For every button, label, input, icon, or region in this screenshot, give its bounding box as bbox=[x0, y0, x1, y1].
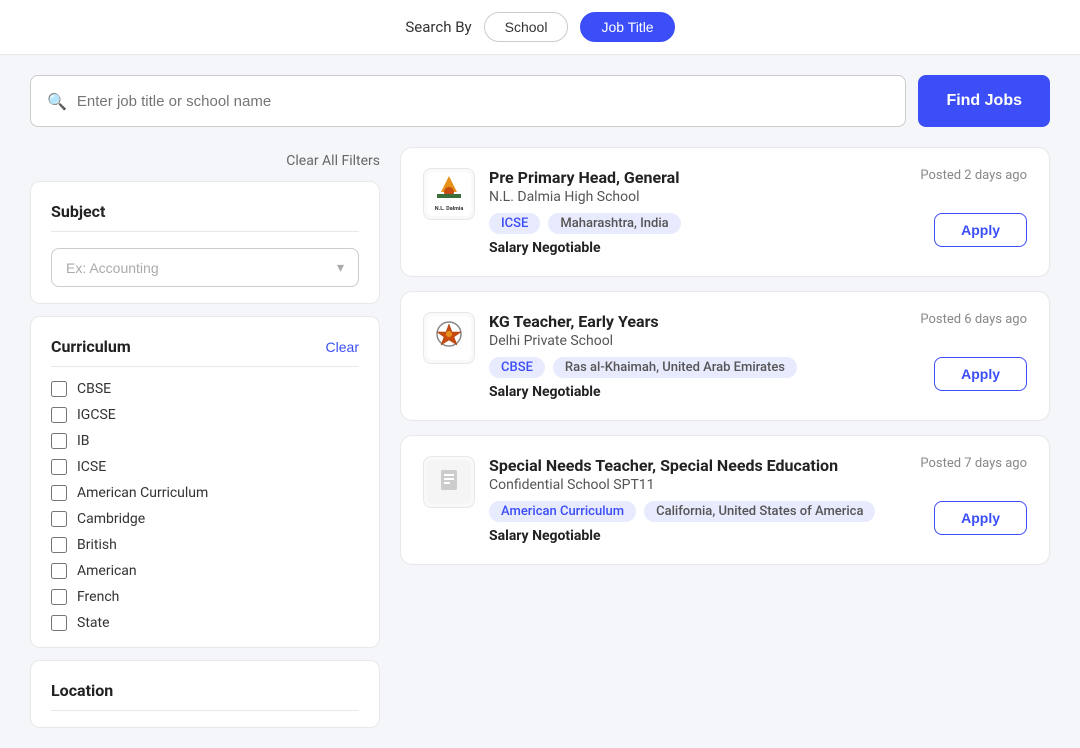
tab-job-title[interactable]: Job Title bbox=[580, 12, 674, 42]
svg-text:N.L. Dalmia: N.L. Dalmia bbox=[435, 206, 464, 212]
curriculum-option-british[interactable]: British bbox=[51, 537, 359, 553]
curriculum-checkbox-american[interactable] bbox=[51, 485, 67, 501]
job-card: N.L. Dalmia Pre Primary Head, General N.… bbox=[400, 147, 1050, 277]
curriculum-label-french: French bbox=[77, 589, 119, 605]
curriculum-checkbox-state[interactable] bbox=[51, 615, 67, 631]
job-card-top: KG Teacher, Early Years Delhi Private Sc… bbox=[423, 312, 1027, 400]
location-title: Location bbox=[51, 681, 359, 711]
sidebar: Clear All Filters Subject Ex: Accounting… bbox=[30, 147, 400, 728]
job-card: KG Teacher, Early Years Delhi Private Sc… bbox=[400, 291, 1050, 421]
curriculum-option-cambridge[interactable]: Cambridge bbox=[51, 511, 359, 527]
curriculum-label-cbse: CBSE bbox=[77, 381, 111, 397]
search-input[interactable] bbox=[77, 93, 890, 110]
job-card-right: Posted 7 days ago Apply bbox=[897, 456, 1027, 535]
apply-button[interactable]: Apply bbox=[934, 213, 1027, 247]
tab-school[interactable]: School bbox=[484, 12, 569, 42]
find-jobs-button[interactable]: Find Jobs bbox=[918, 75, 1050, 127]
curriculum-option-french[interactable]: French bbox=[51, 589, 359, 605]
salary: Salary Negotiable bbox=[489, 528, 885, 544]
search-bar-row: 🔍 Find Jobs bbox=[0, 55, 1080, 147]
curriculum-checkbox-cambridge[interactable] bbox=[51, 511, 67, 527]
curriculum-checkbox-american2[interactable] bbox=[51, 563, 67, 579]
job-tag: CBSE bbox=[489, 357, 545, 378]
tags-row: CBSE Ras al-Khaimah, United Arab Emirates bbox=[489, 357, 885, 378]
curriculum-checkbox-list: CBSE IGCSE IB ICSE American Curriculum Cambri… bbox=[51, 381, 359, 631]
job-tag: Maharashtra, India bbox=[548, 213, 680, 234]
search-by-label: Search By bbox=[405, 18, 471, 36]
curriculum-filter: Curriculum Clear CBSE IGCSE IB ICSE American… bbox=[30, 316, 380, 648]
job-info: KG Teacher, Early Years Delhi Private Sc… bbox=[489, 312, 885, 400]
subject-placeholder: Ex: Accounting bbox=[66, 260, 159, 276]
curriculum-label-state: State bbox=[77, 615, 110, 631]
school-name: N.L. Dalmia High School bbox=[489, 189, 885, 205]
job-title: KG Teacher, Early Years bbox=[489, 312, 885, 331]
curriculum-checkbox-cbse[interactable] bbox=[51, 381, 67, 397]
curriculum-label-ib: IB bbox=[77, 433, 90, 449]
apply-button[interactable]: Apply bbox=[934, 501, 1027, 535]
curriculum-label-british: British bbox=[77, 537, 117, 553]
curriculum-option-icse[interactable]: ICSE bbox=[51, 459, 359, 475]
curriculum-label-american: American Curriculum bbox=[77, 485, 208, 501]
subject-dropdown[interactable]: Ex: Accounting ▾ bbox=[51, 248, 359, 287]
curriculum-option-american[interactable]: American Curriculum bbox=[51, 485, 359, 501]
tags-row: American Curriculum California, United St… bbox=[489, 501, 885, 522]
curriculum-label-igcse: IGCSE bbox=[77, 407, 116, 423]
curriculum-option-american2[interactable]: American bbox=[51, 563, 359, 579]
job-title: Special Needs Teacher, Special Needs Edu… bbox=[489, 456, 885, 475]
posted-date: Posted 2 days ago bbox=[920, 168, 1027, 183]
job-info: Special Needs Teacher, Special Needs Edu… bbox=[489, 456, 885, 544]
school-logo: N.L. Dalmia bbox=[423, 168, 475, 220]
school-logo bbox=[423, 456, 475, 508]
curriculum-option-cbse[interactable]: CBSE bbox=[51, 381, 359, 397]
subject-title: Subject bbox=[51, 202, 359, 232]
curriculum-option-igcse[interactable]: IGCSE bbox=[51, 407, 359, 423]
curriculum-checkbox-ib[interactable] bbox=[51, 433, 67, 449]
posted-date: Posted 7 days ago bbox=[920, 456, 1027, 471]
curriculum-header: Curriculum Clear bbox=[51, 337, 359, 367]
search-icon: 🔍 bbox=[47, 92, 67, 111]
salary: Salary Negotiable bbox=[489, 384, 885, 400]
job-tag: California, United States of America bbox=[644, 501, 875, 522]
job-card-right: Posted 2 days ago Apply bbox=[897, 168, 1027, 247]
apply-button[interactable]: Apply bbox=[934, 357, 1027, 391]
curriculum-title: Curriculum bbox=[51, 337, 131, 356]
school-logo bbox=[423, 312, 475, 364]
job-card-right: Posted 6 days ago Apply bbox=[897, 312, 1027, 391]
curriculum-option-ib[interactable]: IB bbox=[51, 433, 359, 449]
curriculum-checkbox-icse[interactable] bbox=[51, 459, 67, 475]
job-tag: ICSE bbox=[489, 213, 540, 234]
salary: Salary Negotiable bbox=[489, 240, 885, 256]
chevron-down-icon: ▾ bbox=[337, 259, 344, 276]
job-tag: Ras al-Khaimah, United Arab Emirates bbox=[553, 357, 797, 378]
curriculum-clear-button[interactable]: Clear bbox=[326, 339, 359, 355]
location-filter: Location bbox=[30, 660, 380, 728]
subject-filter: Subject Ex: Accounting ▾ bbox=[30, 181, 380, 304]
curriculum-option-state[interactable]: State bbox=[51, 615, 359, 631]
curriculum-checkbox-french[interactable] bbox=[51, 589, 67, 605]
curriculum-label-american2: American bbox=[77, 563, 137, 579]
clear-all-filters[interactable]: Clear All Filters bbox=[30, 147, 380, 181]
school-name: Delhi Private School bbox=[489, 333, 885, 349]
search-input-wrap: 🔍 bbox=[30, 75, 906, 127]
job-card-left: KG Teacher, Early Years Delhi Private Sc… bbox=[423, 312, 885, 400]
curriculum-checkbox-british[interactable] bbox=[51, 537, 67, 553]
job-card-top: N.L. Dalmia Pre Primary Head, General N.… bbox=[423, 168, 1027, 256]
top-bar: Search By School Job Title bbox=[0, 0, 1080, 55]
curriculum-label-cambridge: Cambridge bbox=[77, 511, 145, 527]
job-card-left: N.L. Dalmia Pre Primary Head, General N.… bbox=[423, 168, 885, 256]
job-title: Pre Primary Head, General bbox=[489, 168, 885, 187]
curriculum-checkbox-igcse[interactable] bbox=[51, 407, 67, 423]
job-tag: American Curriculum bbox=[489, 501, 636, 522]
jobs-list: N.L. Dalmia Pre Primary Head, General N.… bbox=[400, 147, 1050, 728]
job-info: Pre Primary Head, General N.L. Dalmia Hi… bbox=[489, 168, 885, 256]
job-card: Special Needs Teacher, Special Needs Edu… bbox=[400, 435, 1050, 565]
curriculum-label-icse: ICSE bbox=[77, 459, 106, 475]
main-layout: Clear All Filters Subject Ex: Accounting… bbox=[0, 147, 1080, 748]
job-card-top: Special Needs Teacher, Special Needs Edu… bbox=[423, 456, 1027, 544]
posted-date: Posted 6 days ago bbox=[920, 312, 1027, 327]
job-card-left: Special Needs Teacher, Special Needs Edu… bbox=[423, 456, 885, 544]
school-name: Confidential School SPT11 bbox=[489, 477, 885, 493]
tags-row: ICSE Maharashtra, India bbox=[489, 213, 885, 234]
